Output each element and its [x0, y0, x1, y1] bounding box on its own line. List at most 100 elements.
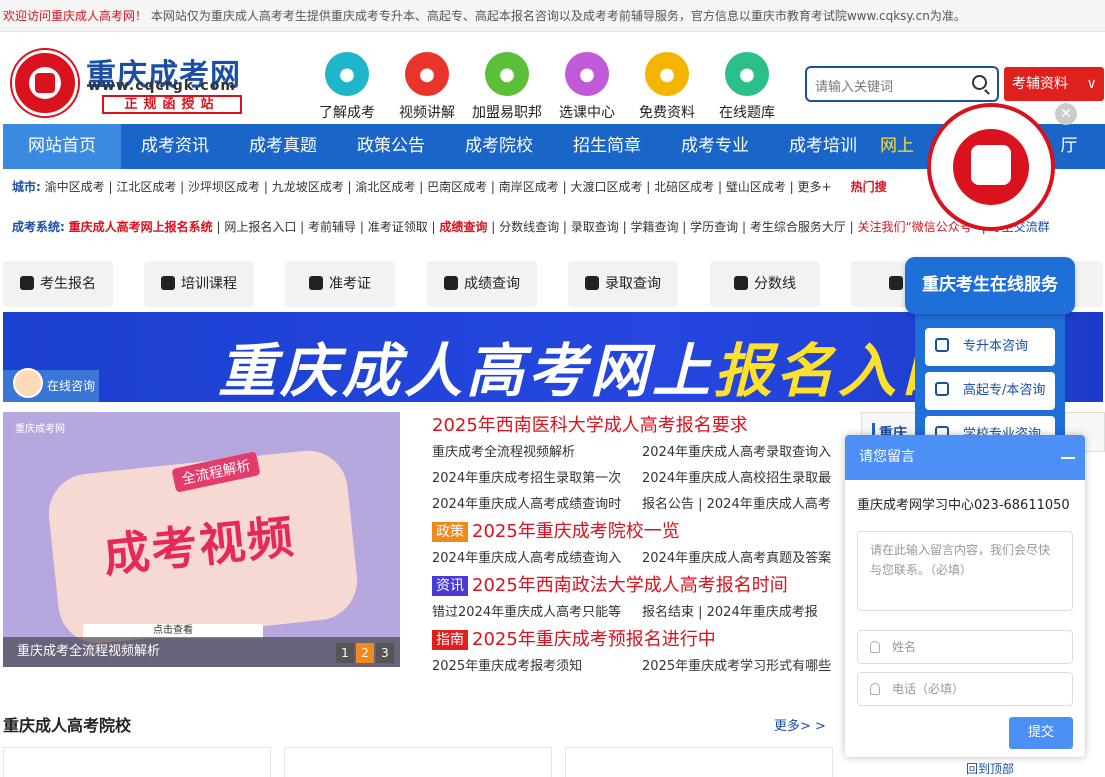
phone-input[interactable]: 电话（必填）	[857, 672, 1073, 706]
school-card[interactable]	[284, 747, 552, 777]
news-link[interactable]: 报名公告 | 2024年重庆成人高考	[642, 492, 852, 518]
news-link[interactable]: 2024年重庆成人高考成绩查询时	[432, 492, 642, 518]
online-consult-button[interactable]: 在线咨询	[3, 368, 99, 402]
service-title: 重庆考生在线服务	[905, 257, 1075, 314]
service-pill[interactable]: 分数线	[710, 261, 820, 307]
quick-link-label: 在线题库	[719, 105, 775, 121]
quick-link[interactable]: ● 免费资料	[632, 52, 702, 122]
news-headline[interactable]: 政策 2025年重庆成考院校一览	[432, 518, 832, 546]
message-textarea[interactable]: 请在此输入留言内容，我们会尽快与您联系。（必填）	[857, 531, 1073, 611]
chevron-down-icon: ∨	[1086, 76, 1097, 92]
quick-link-label: 加盟易职邦	[472, 105, 542, 121]
site-logo[interactable]: 重庆成考网 www.cqcrgk.com 正规函授站	[12, 50, 252, 116]
system-link[interactable]: 学籍查询	[630, 220, 678, 234]
quick-link[interactable]: ● 选课中心	[552, 52, 622, 122]
news-badge: 政策	[432, 522, 468, 542]
city-link[interactable]: 更多+	[798, 180, 832, 194]
logo-emblem-icon	[12, 50, 78, 116]
notice-text: 本网站仅为重庆成人高考考生提供重庆成考专升本、高起专、高起本报名咨询以及成考考前…	[150, 9, 966, 23]
system-link[interactable]: 考前辅导	[308, 220, 356, 234]
more-link[interactable]: 更多> >	[774, 715, 826, 734]
quick-link[interactable]: ● 在线题库	[712, 52, 782, 122]
name-input[interactable]: 姓名	[857, 630, 1073, 664]
city-link[interactable]: 九龙坡区成考	[272, 180, 344, 194]
news-row: 2024年重庆成人高考成绩查询时 报名公告 | 2024年重庆成人高考	[432, 492, 832, 518]
option-icon	[935, 382, 949, 396]
news-link[interactable]: 报名结束 | 2024年重庆成考报	[642, 600, 852, 626]
news-link[interactable]: 2025年重庆成考学习形式有哪些	[642, 654, 852, 680]
nav-item[interactable]: 网上	[877, 124, 917, 169]
nav-item[interactable]: 成考院校	[445, 124, 553, 169]
news-link[interactable]: 2024年重庆成人高考录取查询入	[642, 440, 852, 466]
news-headline[interactable]: 指南 2025年重庆成考预报名进行中	[432, 626, 832, 654]
city-link[interactable]: 璧山区成考	[726, 180, 786, 194]
nav-item[interactable]: 政策公告	[337, 124, 445, 169]
service-pill[interactable]: 录取查询	[568, 261, 678, 307]
nav-item[interactable]: 网站首页	[3, 124, 121, 169]
city-link[interactable]: 南岸区成考	[499, 180, 559, 194]
kaofu-button[interactable]: 考辅资料 ∨	[1004, 67, 1104, 101]
city-link[interactable]: 渝中区成考	[45, 180, 105, 194]
submit-button[interactable]: 提交	[1009, 717, 1073, 749]
pill-icon	[20, 276, 34, 290]
news-link[interactable]: 错过2024年重庆成人高考只能等	[432, 600, 642, 626]
slide-dot[interactable]: 2	[356, 643, 374, 663]
quick-link[interactable]: ● 加盟易职邦	[472, 52, 542, 122]
message-widget: 请您留言 重庆成考网学习中心023-68611050 请在此输入留言内容，我们会…	[845, 435, 1085, 757]
news-row: 2025年重庆成考报考须知 2025年重庆成考学习形式有哪些	[432, 654, 832, 680]
slide-dot[interactable]: 1	[336, 643, 354, 663]
click-view-button[interactable]: 点击查看	[83, 624, 263, 638]
service-pill[interactable]: 成绩查询	[427, 261, 537, 307]
quick-link[interactable]: ● 了解成考	[312, 52, 382, 122]
news-link[interactable]: 2025年重庆成考报考须知	[432, 654, 642, 680]
city-link[interactable]: 渝北区成考	[355, 180, 415, 194]
school-card[interactable]	[565, 747, 833, 777]
hot-search[interactable]: 热门搜	[851, 180, 887, 194]
nav-item[interactable]: 成考真题	[229, 124, 337, 169]
site-stamp-icon: ✕	[927, 103, 1077, 231]
building-icon: ●	[485, 52, 529, 96]
system-link[interactable]: 网上报名入口	[224, 220, 296, 234]
quick-link[interactable]: ● 视频讲解	[392, 52, 462, 122]
nav-item[interactable]: 成考资讯	[121, 124, 229, 169]
city-link[interactable]: 沙坪坝区成考	[188, 180, 260, 194]
system-link[interactable]: 学历查询	[690, 220, 738, 234]
news-link[interactable]: 2024年重庆成人高校招生录取最	[642, 466, 852, 492]
service-option[interactable]: 专升本咨询	[925, 328, 1055, 366]
system-link[interactable]: 录取查询	[571, 220, 619, 234]
system-link[interactable]: 重庆成人高考网上报名系统	[69, 220, 213, 234]
school-card[interactable]	[3, 747, 271, 777]
system-link[interactable]: 考生综合服务大厅	[750, 220, 846, 234]
system-link[interactable]: 准考证领取	[368, 220, 428, 234]
nav-item[interactable]: 成考专业	[661, 124, 769, 169]
close-icon[interactable]: ✕	[1055, 103, 1077, 125]
service-option[interactable]: 高起专/本咨询	[925, 372, 1055, 410]
service-pill[interactable]: 准考证	[285, 261, 395, 307]
service-pill[interactable]: 考生报名	[3, 261, 113, 307]
news-link[interactable]: 2024年重庆成人高考成绩查询入	[432, 546, 642, 572]
minimize-icon[interactable]	[1061, 457, 1075, 459]
news-headline[interactable]: 2025年西南医科大学成人高考报名要求	[432, 412, 832, 440]
nav-item[interactable]: 成考培训	[769, 124, 877, 169]
news-link[interactable]: 重庆成考全流程视频解析	[432, 440, 642, 466]
service-panel: 专升本咨询高起专/本咨询学校专业咨询	[915, 310, 1065, 454]
city-link[interactable]: 巴南区成考	[427, 180, 487, 194]
slide-dot[interactable]: 3	[376, 643, 394, 663]
city-link[interactable]: 北碚区成考	[654, 180, 714, 194]
megaphone-icon: ●	[565, 52, 609, 96]
video-slider[interactable]: 重庆成考网 全流程解析 成考视频 点击查看 重庆成考全流程视频解析 123	[3, 412, 400, 667]
search-icon[interactable]	[972, 75, 987, 90]
city-link[interactable]: 江北区成考	[116, 180, 176, 194]
system-link[interactable]: 分数线查询	[499, 220, 559, 234]
news-headline[interactable]: 资讯 2025年西南政法大学成人高考报名时间	[432, 572, 832, 600]
system-link[interactable]: 成绩查询	[439, 220, 487, 234]
nav-item[interactable]: 招生简章	[553, 124, 661, 169]
back-to-top-link[interactable]: 回到顶部	[966, 760, 1014, 777]
news-link[interactable]: 2024年重庆成人高考真题及答案	[642, 546, 852, 572]
city-link[interactable]: 大渡口区成考	[570, 180, 642, 194]
pen-icon: ●	[645, 52, 689, 96]
search-input[interactable]: 请输入关键词	[805, 66, 999, 102]
news-link[interactable]: 2024年重庆成考招生录取第一次	[432, 466, 642, 492]
message-header: 请您留言	[845, 435, 1085, 480]
service-pill[interactable]: 培训课程	[144, 261, 254, 307]
